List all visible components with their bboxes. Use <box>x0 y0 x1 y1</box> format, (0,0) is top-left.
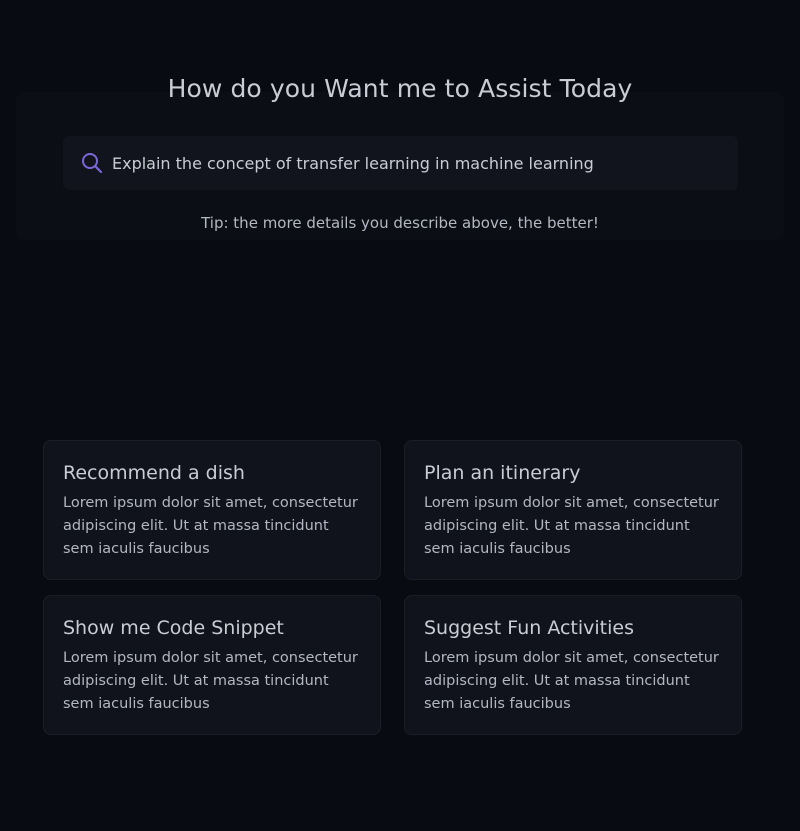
card-description: Lorem ipsum dolor sit amet, consectetur … <box>63 495 358 557</box>
card-description: Lorem ipsum dolor sit amet, consectetur … <box>63 650 358 712</box>
card-title: Show me Code Snippet <box>63 617 284 639</box>
suggestion-card-recommend-dish[interactable]: Recommend a dish Lorem ipsum dolor sit a… <box>43 440 381 580</box>
suggestion-card-fun-activities[interactable]: Suggest Fun Activities Lorem ipsum dolor… <box>404 595 742 735</box>
search-input[interactable] <box>112 136 722 190</box>
card-description: Lorem ipsum dolor sit amet, consectetur … <box>424 650 719 712</box>
card-title: Plan an itinerary <box>424 462 581 484</box>
tip-text: Tip: the more details you describe above… <box>201 214 599 232</box>
page-title: How do you Want me to Assist Today <box>167 74 633 103</box>
search-bar[interactable] <box>63 136 738 190</box>
suggestion-card-plan-itinerary[interactable]: Plan an itinerary Lorem ipsum dolor sit … <box>404 440 742 580</box>
card-description: Lorem ipsum dolor sit amet, consectetur … <box>424 495 719 557</box>
card-title: Recommend a dish <box>63 462 245 484</box>
suggestion-card-code-snippet[interactable]: Show me Code Snippet Lorem ipsum dolor s… <box>43 595 381 735</box>
search-icon <box>80 151 104 175</box>
card-title: Suggest Fun Activities <box>424 617 634 639</box>
